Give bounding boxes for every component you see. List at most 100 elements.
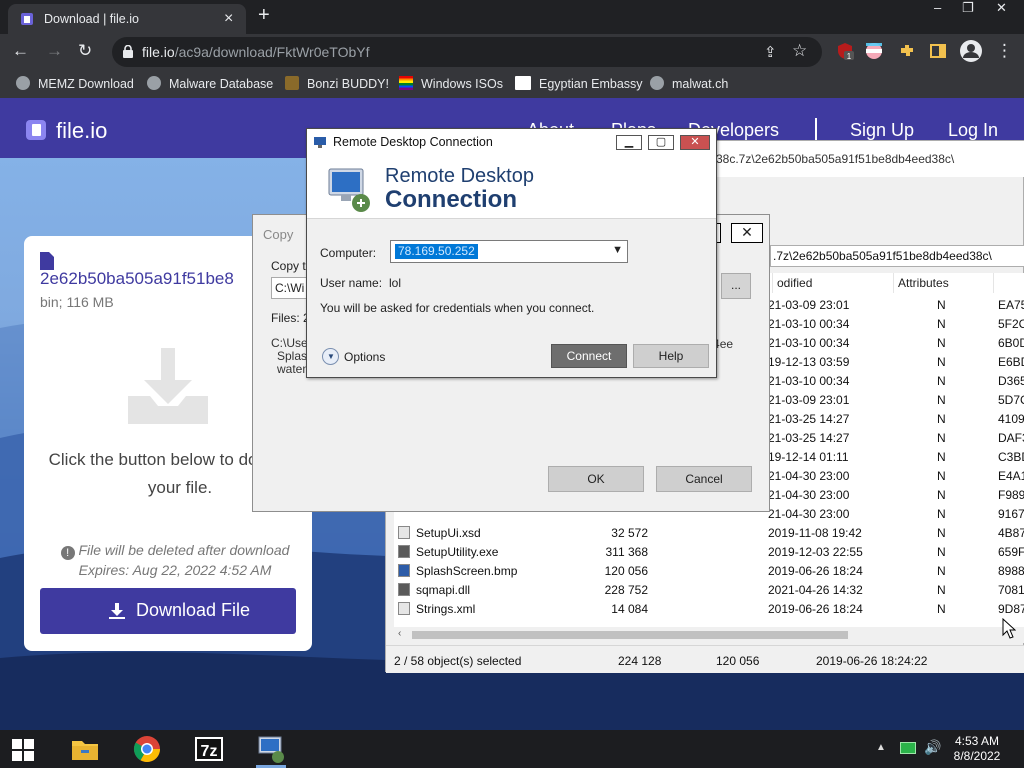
options-label[interactable]: Options bbox=[344, 350, 385, 364]
sevenzip-title-path: 38c.7z\2e62b50ba505a91f51be8db4eed38c\ bbox=[716, 152, 955, 166]
table-row[interactable]: Strings.xml 14 084 2019-06-26 18:24 N 9D87 bbox=[394, 599, 1024, 618]
side-panel-icon[interactable] bbox=[929, 42, 947, 60]
extensions-puzzle-icon[interactable] bbox=[898, 42, 916, 60]
profile-avatar-icon[interactable] bbox=[960, 40, 982, 62]
banner-line-1: Remote Desktop bbox=[385, 165, 534, 187]
bookmark-malwatch[interactable]: malwat.ch bbox=[650, 76, 728, 91]
fileio-brand[interactable]: file.io bbox=[56, 118, 107, 144]
clock-date: 8/8/2022 bbox=[953, 749, 1001, 763]
address-bar[interactable]: file.io/ac9a/download/FktWr0eTObYf ⇪ ☆ bbox=[112, 37, 822, 67]
bookmark-memz[interactable]: MEMZ Download bbox=[16, 76, 134, 91]
ublock-extension-icon[interactable]: 1 bbox=[836, 42, 854, 60]
share-icon[interactable]: ⇪ bbox=[764, 43, 777, 61]
download-file-button[interactable]: Download File bbox=[40, 588, 296, 634]
scroll-left-icon[interactable]: ‹ bbox=[398, 628, 401, 639]
scroll-thumb[interactable] bbox=[412, 631, 848, 639]
windows-start-icon[interactable] bbox=[12, 739, 34, 761]
profile-flag-extension-icon[interactable] bbox=[865, 42, 883, 60]
file-explorer-icon[interactable] bbox=[70, 734, 100, 764]
show-hidden-icons-icon[interactable]: ▲ bbox=[876, 742, 886, 753]
bookmark-bonzi-buddy[interactable]: Bonzi BUDDY! bbox=[285, 76, 389, 91]
copy-to-field[interactable]: C:\Wi bbox=[271, 277, 311, 299]
file-type-icon bbox=[398, 564, 410, 577]
horizontal-scrollbar[interactable]: ‹ bbox=[394, 627, 1024, 643]
reload-icon[interactable]: ↻ bbox=[78, 41, 92, 61]
file-name-cell: Strings.xml bbox=[416, 602, 476, 616]
file-attr-cell: N bbox=[937, 469, 946, 483]
file-meta: bin; 116 MB bbox=[40, 294, 114, 310]
lock-icon bbox=[123, 45, 133, 58]
close-window-icon[interactable]: ✕ bbox=[996, 0, 1007, 16]
restore-icon[interactable]: ❐ bbox=[962, 0, 974, 16]
rdc-minimize-icon[interactable]: ▁ bbox=[616, 135, 642, 150]
bookmark-egyptian-embassy[interactable]: Egyptian Embassy bbox=[515, 76, 643, 91]
sevenzip-path-field[interactable]: .7z\2e62b50ba505a91f51be8db4eed38c\ bbox=[770, 245, 1024, 267]
system-clock[interactable]: 4:53 AM 8/8/2022 bbox=[930, 734, 1024, 764]
remote-desktop-taskbar-icon[interactable] bbox=[256, 734, 286, 764]
network-status-icon[interactable] bbox=[900, 742, 916, 754]
table-row[interactable]: SplashScreen.bmp 120 056 2019-06-26 18:24 N… bbox=[394, 561, 1024, 580]
close-tab-icon[interactable]: × bbox=[224, 10, 233, 28]
rdc-maximize-icon[interactable]: ▢ bbox=[648, 135, 674, 150]
new-tab-button[interactable]: + bbox=[258, 4, 270, 27]
bookmark-windows-isos[interactable]: Windows ISOs bbox=[399, 76, 503, 91]
browse-button[interactable]: ... bbox=[721, 273, 751, 299]
status-packed: 120 056 bbox=[716, 654, 760, 668]
file-attr-cell: N bbox=[937, 431, 946, 445]
url-path: /ac9a/download/FktWr0eTObYf bbox=[174, 44, 370, 60]
fileio-logo-icon[interactable] bbox=[24, 118, 48, 142]
wix-icon bbox=[515, 76, 531, 90]
file-modified-cell: 21-03-10 00:34 bbox=[768, 374, 850, 388]
ok-button[interactable]: OK bbox=[548, 466, 644, 492]
deletion-warning: ! File will be deleted after download Ex… bbox=[44, 540, 306, 580]
bookmark-star-icon[interactable]: ☆ bbox=[792, 41, 807, 61]
rdc-close-icon[interactable]: ✕ bbox=[680, 135, 710, 150]
computer-combobox[interactable]: 78.169.50.252 ▼ bbox=[390, 240, 628, 263]
file-attr-cell: N bbox=[937, 355, 946, 369]
cancel-button[interactable]: Cancel bbox=[656, 466, 752, 492]
file-crc-cell: E6BD bbox=[998, 355, 1024, 369]
minimize-icon[interactable]: – bbox=[934, 0, 941, 15]
chevron-down-icon[interactable]: ▼ bbox=[612, 244, 623, 256]
browser-menu-icon[interactable]: ⋮ bbox=[996, 41, 1013, 61]
forward-icon[interactable]: → bbox=[46, 41, 63, 61]
browser-tab[interactable]: Download | file.io × bbox=[8, 4, 246, 34]
rdc-title: Remote Desktop Connection bbox=[333, 135, 493, 149]
bookmark-malware-database[interactable]: Malware Database bbox=[147, 76, 273, 91]
clock-time: 4:53 AM bbox=[954, 734, 1000, 748]
file-name-cell: SplashScreen.bmp bbox=[416, 564, 518, 578]
browser-tab-strip: Download | file.io × + – ❐ ✕ bbox=[0, 0, 1024, 34]
file-crc-cell: D365 bbox=[998, 374, 1024, 388]
sign-up-link[interactable]: Sign Up bbox=[850, 120, 914, 141]
file-crc-cell: 5F2C bbox=[998, 317, 1024, 331]
extension-badge: 1 bbox=[847, 52, 852, 60]
options-expand-icon[interactable]: ▼ bbox=[322, 348, 339, 365]
path-field-text: .7z\2e62b50ba505a91f51be8db4eed38c\ bbox=[773, 249, 992, 263]
log-in-link[interactable]: Log In bbox=[948, 120, 998, 141]
table-row[interactable]: SetupUi.xsd 32 572 2019-11-08 19:42 N 4B87 bbox=[394, 523, 1024, 542]
connect-button[interactable]: Connect bbox=[551, 344, 627, 368]
chrome-icon[interactable] bbox=[132, 734, 162, 764]
table-row[interactable]: sqmapi.dll 228 752 2021-04-26 14:32 N 7081 bbox=[394, 580, 1024, 599]
status-size: 224 128 bbox=[618, 654, 662, 668]
file-attr-cell: N bbox=[937, 412, 946, 426]
file-modified-cell: 19-12-13 03:59 bbox=[768, 355, 850, 369]
info-icon: ! bbox=[60, 546, 75, 560]
file-modified-cell: 21-03-09 23:01 bbox=[768, 393, 850, 407]
file-name-cell: sqmapi.dll bbox=[416, 583, 471, 597]
file-modified-cell: 21-04-30 23:00 bbox=[768, 469, 850, 483]
7zip-icon[interactable]: 7z bbox=[194, 734, 224, 764]
status-bar: 2 / 58 object(s) selected 224 128 120 05… bbox=[386, 645, 1024, 673]
copy-close-icon[interactable]: ✕ bbox=[731, 223, 763, 243]
file-attr-cell: N bbox=[937, 583, 946, 597]
file-name-cell: SetupUtility.exe bbox=[416, 545, 499, 559]
column-attributes[interactable]: Attributes bbox=[894, 273, 994, 293]
file-modified-cell: 19-12-14 01:11 bbox=[768, 450, 849, 464]
help-button[interactable]: Help bbox=[633, 344, 709, 368]
file-size-cell: 14 084 bbox=[611, 602, 648, 616]
windows-taskbar: 7z ▲ 🔊 4:53 AM 8/8/2022 bbox=[0, 730, 1024, 768]
back-icon[interactable]: ← bbox=[12, 41, 29, 61]
computer-value: 78.169.50.252 bbox=[395, 244, 478, 259]
column-modified[interactable]: odified bbox=[772, 273, 894, 293]
table-row[interactable]: SetupUtility.exe 311 368 2019-12-03 22:55 N… bbox=[394, 542, 1024, 561]
